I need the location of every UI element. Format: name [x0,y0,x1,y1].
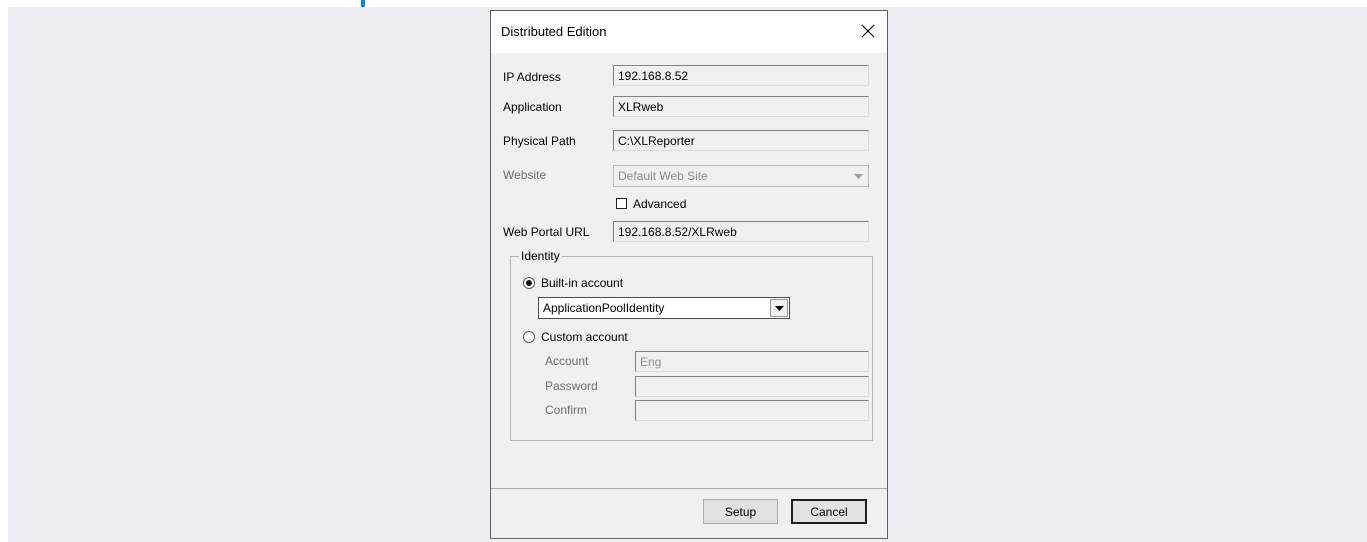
distributed-edition-dialog: Distributed Edition IP Address Applicati… [490,10,888,539]
identity-legend: Identity [519,249,562,263]
chevron-down-icon [850,168,866,184]
password-label: Password [545,379,598,393]
website-label: Website [503,168,547,182]
setup-button[interactable]: Setup [703,499,778,524]
footer-separator [491,488,887,489]
dialog-titlebar: Distributed Edition [491,11,887,53]
builtin-account-value: ApplicationPoolIdentity [543,301,665,315]
website-value: Default Web Site [618,169,708,183]
account-label: Account [545,354,589,368]
account-field[interactable] [635,351,869,372]
close-icon [861,24,875,38]
builtin-account-radio[interactable] [523,277,535,289]
web-portal-url-label: Web Portal URL [503,225,590,239]
custom-account-label: Custom account [541,330,628,344]
close-button[interactable] [855,18,881,44]
advanced-checkbox[interactable] [616,198,627,209]
password-field[interactable] [635,376,869,397]
identity-group: Identity Built-in account ApplicationPoo… [510,249,873,441]
builtin-account-select[interactable]: ApplicationPoolIdentity [538,297,790,319]
web-portal-url-field[interactable] [613,221,869,242]
application-field[interactable] [613,96,869,117]
builtin-account-label: Built-in account [541,276,624,290]
application-label: Application [503,100,562,114]
physical-path-label: Physical Path [503,134,576,148]
cancel-button[interactable]: Cancel [791,499,867,524]
confirm-field[interactable] [635,400,869,421]
ip-address-field[interactable] [613,65,869,86]
radio-selected [526,280,532,286]
accent-mark [361,0,365,7]
confirm-label: Confirm [545,403,588,417]
website-select[interactable]: Default Web Site [613,165,869,187]
ip-address-label: IP Address [503,70,561,84]
chevron-down-icon [770,299,788,317]
dialog-title: Distributed Edition [501,24,607,39]
custom-account-radio[interactable] [523,331,535,343]
physical-path-field[interactable] [613,130,869,151]
advanced-label: Advanced [633,197,687,211]
